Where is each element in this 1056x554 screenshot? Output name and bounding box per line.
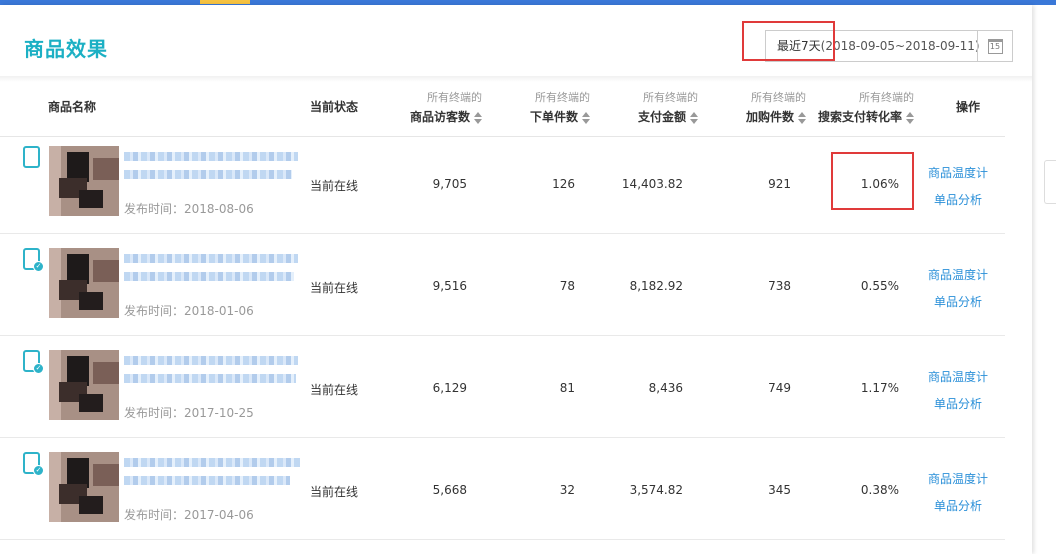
single-product-analysis-link[interactable]: 单品分析 [934,191,982,208]
col-rate-label: 搜索支付转化率 [817,110,902,124]
publish-date: 发布时间：2017-10-25 [124,406,254,420]
orders-value: 126 [552,177,575,191]
calendar-button[interactable]: 15 [977,30,1013,62]
product-thermometer-link[interactable]: 商品温度计 [928,164,988,181]
highlight-box-rate [831,152,914,210]
check-icon: ✓ [33,465,44,476]
status-text: 当前在线 [310,383,359,397]
product-title-blurred[interactable] [124,272,294,281]
sort-icon[interactable] [582,111,590,124]
col-orders[interactable]: 所有终端的 下单件数 [498,89,590,125]
product-title-blurred[interactable] [124,254,298,263]
rate-value: 1.17% [860,381,899,395]
amount-value: 3,574.82 [629,483,683,497]
table-row: ✓ 发布时间：2017-04-06 当前在线 5,668 32 3,574.82… [0,438,1005,540]
highlight-box-date [742,21,835,61]
visitors-value: 5,668 [432,483,467,497]
page-title: 商品效果 [24,37,108,61]
product-title-blurred[interactable] [124,356,298,365]
date-range-label: (2018-09-05~2018-09-11) [820,39,980,53]
col-amount-label: 支付金额 [637,110,686,124]
product-title-blurred[interactable] [124,458,300,467]
cart-value: 738 [768,279,791,293]
amount-value: 8,182.92 [629,279,683,293]
visitors-value: 6,129 [432,381,467,395]
check-icon: ✓ [33,261,44,272]
mobile-device-icon: ✓ [23,248,44,272]
col-cart[interactable]: 所有终端的 加购件数 [714,89,806,125]
mobile-device-icon [23,146,40,168]
col-orders-sub: 所有终端的 [535,91,590,104]
publish-date: 发布时间：2018-08-06 [124,202,254,216]
table-row: ✓ 发布时间：2018-01-06 当前在线 9,516 78 8,182.92… [0,234,1005,336]
col-cart-label: 加购件数 [745,110,794,124]
col-amount[interactable]: 所有终端的 支付金额 [606,89,698,125]
sort-icon[interactable] [906,111,914,124]
product-thumbnail[interactable] [49,146,119,216]
col-visitors[interactable]: 所有终端的 商品访客数 [390,89,482,125]
single-product-analysis-link[interactable]: 单品分析 [934,395,982,412]
product-title-blurred[interactable] [124,374,296,383]
status-text: 当前在线 [310,179,359,193]
sort-icon[interactable] [474,111,482,124]
amount-value: 8,436 [648,381,683,395]
top-nav-active-indicator [200,0,250,4]
orders-value: 81 [559,381,575,395]
col-visitors-sub: 所有终端的 [427,91,482,104]
product-title-blurred[interactable] [124,152,298,161]
rate-value: 0.38% [860,483,899,497]
cart-value: 345 [768,483,791,497]
product-thermometer-link[interactable]: 商品温度计 [928,266,988,283]
visitors-value: 9,705 [432,177,467,191]
visitors-value: 9,516 [432,279,467,293]
table-header: 商品名称 当前状态 所有终端的 商品访客数 所有终端的 下单件数 所有终端的 支… [0,82,1005,137]
col-product-name: 商品名称 [48,100,97,114]
product-thumbnail[interactable] [49,350,119,420]
col-status: 当前状态 [310,100,359,114]
product-title-blurred[interactable] [124,476,290,485]
orders-value: 78 [559,279,575,293]
col-action: 操作 [956,100,981,114]
table-row: ✓ 发布时间：2017-10-25 当前在线 6,129 81 8,436 74… [0,336,1005,438]
col-visitors-label: 商品访客数 [409,110,470,124]
check-icon: ✓ [33,363,44,374]
publish-date: 发布时间：2018-01-06 [124,304,254,318]
product-thermometer-link[interactable]: 商品温度计 [928,368,988,385]
orders-value: 32 [559,483,575,497]
product-effect-panel: 商品效果 最近7天(2018-09-05~2018-09-11) 15 商品名称… [0,5,1032,554]
cart-value: 749 [768,381,791,395]
sort-icon[interactable] [690,111,698,124]
product-title-blurred[interactable] [124,170,292,179]
product-thumbnail[interactable] [49,248,119,318]
single-product-analysis-link[interactable]: 单品分析 [934,497,982,514]
publish-date: 发布时间：2017-04-06 [124,508,254,522]
col-amount-sub: 所有终端的 [643,91,698,104]
product-thermometer-link[interactable]: 商品温度计 [928,470,988,487]
side-collapse-tab[interactable] [1044,160,1056,204]
col-conversion-rate[interactable]: 所有终端的 搜索支付转化率 [800,89,914,125]
amount-value: 14,403.82 [621,177,683,191]
cart-value: 921 [768,177,791,191]
single-product-analysis-link[interactable]: 单品分析 [934,293,982,310]
status-text: 当前在线 [310,281,359,295]
status-text: 当前在线 [310,485,359,499]
mobile-device-icon: ✓ [23,350,44,374]
rate-value: 0.55% [860,279,899,293]
product-thumbnail[interactable] [49,452,119,522]
col-rate-sub: 所有终端的 [859,91,914,104]
calendar-icon: 15 [987,38,1003,54]
col-orders-label: 下单件数 [529,110,578,124]
col-cart-sub: 所有终端的 [751,91,806,104]
mobile-device-icon: ✓ [23,452,44,476]
